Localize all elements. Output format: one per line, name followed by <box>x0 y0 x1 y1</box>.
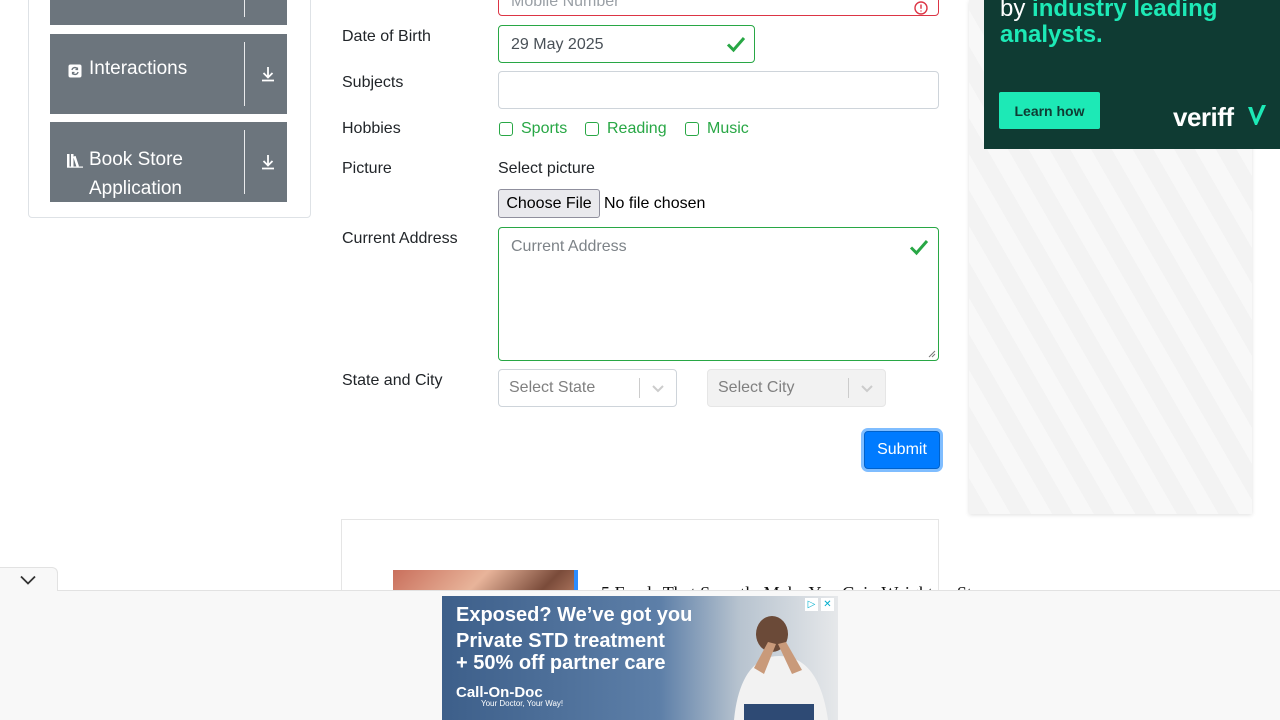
date-of-birth-input[interactable]: 29 May 2025 <box>498 25 755 63</box>
select-picture-label: Select picture <box>498 160 595 177</box>
state-select[interactable]: Select State <box>498 369 677 407</box>
dob-value: 29 May 2025 <box>511 36 604 53</box>
ad-headline-lead: by <box>1000 0 1026 22</box>
checkbox-box[interactable] <box>585 122 599 136</box>
ad-person-image <box>734 616 828 720</box>
state-city-label: State and City <box>342 372 443 389</box>
resize-handle-icon[interactable] <box>928 350 936 358</box>
call-on-doc-logo: Call-On-Doc Your Doctor, Your Way! <box>456 684 563 708</box>
group-divider <box>244 0 245 17</box>
ad-line-1: Exposed? We’ve got you <box>456 604 693 626</box>
hobby-reading-checkbox[interactable]: Reading <box>585 119 667 139</box>
current-address-textarea[interactable]: Current Address <box>498 227 939 361</box>
hobby-label: Sports <box>521 120 568 137</box>
chevron-down-icon[interactable] <box>651 381 665 395</box>
learn-how-button[interactable]: Learn how <box>999 92 1100 129</box>
ad-line-3: + 50% off partner care <box>456 652 666 674</box>
error-icon <box>914 1 928 15</box>
submit-button[interactable]: Submit <box>864 431 940 469</box>
group-divider <box>244 42 245 106</box>
select-separator <box>848 378 849 398</box>
checkbox-box[interactable] <box>685 122 699 136</box>
group-divider <box>244 130 245 194</box>
sidebar-group-book-store[interactable]: Book Store Application <box>50 122 287 202</box>
veriff-logo-icon <box>1248 105 1266 125</box>
sidebar-panel: Interactions Book Store Application <box>28 0 311 218</box>
download-icon[interactable] <box>259 65 277 83</box>
sidebar-group-label: Interactions <box>89 58 188 79</box>
hobby-label: Music <box>707 120 749 137</box>
chevron-down-icon[interactable] <box>860 381 874 395</box>
mobile-placeholder: Mobile Number <box>511 0 620 10</box>
collapse-ad-tab[interactable] <box>0 567 58 591</box>
ad-choices[interactable]: ▷ ✕ <box>805 598 834 611</box>
subjects-label: Subjects <box>342 74 404 91</box>
valid-check-icon <box>726 37 746 53</box>
chevron-down-icon[interactable] <box>20 575 36 585</box>
hobby-music-checkbox[interactable]: Music <box>685 119 749 139</box>
mobile-number-input[interactable]: Mobile Number <box>498 0 939 16</box>
picture-label: Picture <box>342 160 392 177</box>
city-placeholder: Select City <box>718 379 795 396</box>
download-icon[interactable] <box>259 153 277 171</box>
hobby-label: Reading <box>607 120 667 137</box>
dob-label: Date of Birth <box>342 28 431 45</box>
logo-tagline: Your Doctor, Your Way! <box>481 699 564 708</box>
choose-file-button[interactable]: Choose File <box>498 189 600 218</box>
ad-headline-accent: industry leading analysts. <box>1000 0 1218 48</box>
current-address-label: Current Address <box>342 230 458 247</box>
hobby-sports-checkbox[interactable]: Sports <box>499 119 567 139</box>
veriff-logo-text: veriff <box>1173 102 1234 132</box>
sidebar-group-interactions[interactable]: Interactions <box>50 34 287 114</box>
ad-headline: by industry leading analysts. <box>1000 0 1260 48</box>
hobbies-label: Hobbies <box>342 120 401 137</box>
city-select[interactable]: Select City <box>707 369 886 407</box>
address-placeholder: Current Address <box>511 238 627 255</box>
subjects-input[interactable] <box>498 71 939 109</box>
veriff-ad[interactable]: by industry leading analysts. Learn how … <box>984 0 1280 149</box>
sidebar-group-label: Application <box>89 178 182 199</box>
sidebar-group-label: Book Store <box>89 149 183 170</box>
call-on-doc-ad[interactable]: Exposed? We’ve got you Private STD treat… <box>442 596 838 720</box>
select-separator <box>639 378 640 398</box>
state-placeholder: Select State <box>509 379 596 396</box>
file-status: No file chosen <box>604 195 706 212</box>
valid-check-icon <box>909 240 929 256</box>
books-icon <box>66 152 84 173</box>
refresh-icon <box>68 64 82 83</box>
checkbox-box[interactable] <box>499 122 513 136</box>
close-icon[interactable]: ✕ <box>821 598 834 611</box>
ad-line-2: Private STD treatment <box>456 630 665 652</box>
sidebar-group-collapsed[interactable] <box>50 0 287 25</box>
ad-info-icon[interactable]: ▷ <box>805 598 818 611</box>
